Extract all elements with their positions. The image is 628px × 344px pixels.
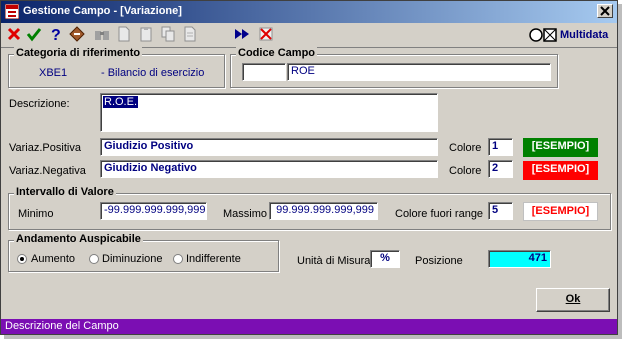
- document-icon[interactable]: [181, 25, 199, 43]
- window-title: Gestione Campo - [Variazione]: [23, 5, 182, 17]
- fuori-range-example-swatch: [ESEMPIO]: [523, 202, 598, 221]
- brand-name: Multidata: [560, 28, 609, 41]
- toolbar: ? Multidata: [1, 23, 617, 48]
- dialog-window: Gestione Campo - [Variazione] ? Multidat…: [0, 0, 618, 335]
- unita-label: Unità di Misura: [297, 255, 371, 267]
- fuori-range-field[interactable]: 5: [488, 202, 513, 220]
- categoria-code: XBE1: [39, 67, 68, 79]
- multidata-logo-icon: [529, 27, 557, 42]
- radio-indifferente-label[interactable]: Indifferente: [186, 253, 241, 265]
- status-bar: Descrizione del Campo: [1, 319, 617, 334]
- colore-negativa-label: Colore: [449, 165, 482, 177]
- andamento-group-title: Andamento Auspicabile: [14, 233, 143, 245]
- svg-text:?: ?: [51, 27, 61, 42]
- descrizione-textarea[interactable]: R.O.E.: [100, 93, 438, 132]
- negativa-example-swatch: [ESEMPIO]: [523, 161, 598, 180]
- colore-negativa-field[interactable]: 2: [488, 160, 513, 178]
- radio-diminuzione-label[interactable]: Diminuzione: [102, 253, 163, 265]
- unita-field[interactable]: %: [370, 250, 400, 268]
- title-bar: Gestione Campo - [Variazione]: [1, 1, 617, 23]
- status-text: Descrizione del Campo: [5, 320, 119, 332]
- radio-aumento-label[interactable]: Aumento: [31, 253, 75, 265]
- clipboard-icon[interactable]: [137, 25, 155, 43]
- close-icon: [600, 6, 610, 16]
- confirm-icon[interactable]: [25, 25, 43, 43]
- posizione-field[interactable]: 471: [488, 250, 551, 268]
- intervallo-group-title: Intervallo di Valore: [14, 186, 116, 198]
- codice-campo-field[interactable]: ROE: [287, 63, 551, 81]
- close-button[interactable]: [597, 4, 613, 18]
- binoculars-icon[interactable]: [93, 25, 111, 43]
- massimo-field[interactable]: 99.999.999.999,999: [269, 202, 378, 220]
- variaz-negativa-label: Variaz.Negativa: [9, 165, 86, 177]
- massimo-label: Massimo: [223, 208, 268, 220]
- positiva-example-swatch: [ESEMPIO]: [523, 138, 598, 157]
- codice-prefix-field[interactable]: [242, 63, 286, 81]
- posizione-label: Posizione: [415, 255, 463, 267]
- fast-forward-icon[interactable]: [233, 25, 251, 43]
- radio-indifferente[interactable]: [173, 254, 183, 264]
- multidata-logo: Multidata: [529, 25, 614, 44]
- variaz-positiva-field[interactable]: Giudizio Positivo: [100, 138, 438, 156]
- variaz-positiva-label: Variaz.Positiva: [9, 142, 81, 154]
- new-document-icon[interactable]: [115, 25, 133, 43]
- descrizione-value: R.O.E.: [103, 96, 139, 108]
- cancel-icon[interactable]: [5, 25, 23, 43]
- copy-icon[interactable]: [159, 25, 177, 43]
- radio-aumento[interactable]: [17, 254, 27, 264]
- variaz-negativa-field[interactable]: Giudizio Negativo: [100, 160, 438, 178]
- minimo-label: Minimo: [18, 208, 54, 220]
- ok-button[interactable]: Ok: [536, 288, 610, 312]
- app-icon: [4, 3, 20, 20]
- help-icon[interactable]: ?: [47, 25, 65, 43]
- radio-diminuzione[interactable]: [89, 254, 99, 264]
- categoria-group-title: Categoria di riferimento: [14, 47, 143, 59]
- fuori-range-label: Colore fuori range: [395, 208, 484, 220]
- codice-campo-group-title: Codice Campo: [236, 47, 318, 59]
- delete-record-icon[interactable]: [257, 25, 275, 43]
- minimo-field[interactable]: -99.999.999.999,999: [100, 202, 207, 220]
- categoria-desc: - Bilancio di esercizio: [101, 67, 205, 79]
- tools-icon[interactable]: [68, 25, 86, 43]
- colore-positiva-field[interactable]: 1: [488, 138, 513, 156]
- descrizione-label: Descrizione:: [9, 98, 70, 110]
- colore-positiva-label: Colore: [449, 142, 482, 154]
